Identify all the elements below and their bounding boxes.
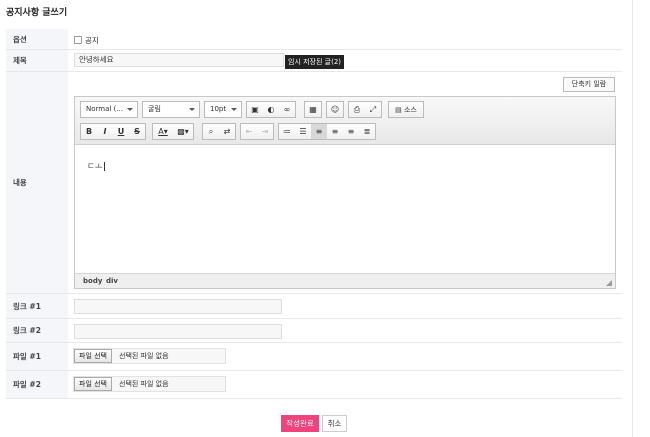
unordered-list-icon[interactable]: ☰ — [295, 124, 311, 139]
link2-input[interactable] — [74, 324, 282, 339]
file1-label: 파일 #1 — [6, 343, 68, 370]
view-group: ⎙ ⤢ — [348, 101, 382, 118]
temp-saved-tooltip[interactable]: 임시 저장된 글(2) — [285, 55, 345, 69]
find-group: ⌕ ⇄ — [202, 123, 236, 140]
notice-checkbox[interactable] — [74, 36, 82, 44]
link1-label: 링크 #1 — [6, 294, 68, 318]
editor-content-area[interactable]: ㄷㅗ — [75, 146, 615, 274]
cancel-button[interactable]: 취소 — [322, 415, 347, 432]
resize-handle[interactable] — [606, 280, 612, 286]
source-icon: ▤ — [395, 105, 404, 114]
right-divider — [632, 0, 633, 437]
text-caret — [103, 162, 105, 171]
color-group: A▾ ▩▾ — [152, 123, 194, 140]
indent-group: ⇤ ⇥ — [240, 123, 274, 140]
ordered-list-icon[interactable]: ≔ — [279, 124, 295, 139]
editor-body-text: ㄷㅗ — [87, 162, 103, 172]
option-row: 옵션 공지 — [6, 29, 622, 50]
file1-choose-button[interactable]: 파일 선택 — [74, 349, 112, 363]
justify-icon[interactable]: ≣ — [359, 124, 375, 139]
format-select[interactable]: Normal (... — [80, 101, 138, 118]
bg-color-icon[interactable]: ▩▾ — [173, 124, 193, 139]
file2-label: 파일 #2 — [6, 371, 68, 398]
bold-icon[interactable]: B — [81, 124, 97, 139]
source-button[interactable]: ▤ 소스 — [389, 102, 423, 117]
file2-status: 선택된 파일 없음 — [119, 380, 169, 388]
content-label: 내용 — [6, 72, 68, 293]
page-title: 공지사항 글쓰기 — [6, 8, 68, 18]
italic-icon[interactable]: I — [97, 124, 113, 139]
rich-text-editor: Normal (... 굴림 10pt ▣ ◐ ∞ ▦ ☺ ⎙ ⤢ ▤ 소스 B… — [74, 96, 616, 289]
underline-icon[interactable]: U — [113, 124, 129, 139]
shortcut-list-button[interactable]: 단축키 일람 — [563, 77, 615, 92]
path-item-div[interactable]: div — [106, 277, 118, 285]
table-icon[interactable]: ▦ — [305, 102, 321, 117]
link1-input[interactable] — [74, 299, 282, 314]
link-icon[interactable]: ∞ — [279, 102, 295, 117]
path-item-body[interactable]: body — [83, 277, 102, 285]
font-select[interactable]: 굴림 — [142, 101, 200, 118]
fullscreen-icon[interactable]: ⤢ — [365, 102, 381, 117]
chevron-down-icon — [127, 108, 133, 111]
subject-label: 제목 — [6, 50, 68, 71]
align-center-icon[interactable]: ≡ — [327, 124, 343, 139]
emoticon-group: ☺ — [326, 101, 344, 118]
list-align-group: ≔ ☰ ≡ ≡ ≡ ≣ — [278, 123, 376, 140]
text-color-icon[interactable]: A▾ — [153, 124, 173, 139]
find-icon[interactable]: ⌕ — [203, 124, 219, 139]
file1-status: 선택된 파일 없음 — [119, 352, 169, 360]
source-group: ▤ 소스 — [388, 101, 424, 118]
image-icon[interactable]: ▣ — [247, 102, 263, 117]
editor-statusbar: body div — [75, 273, 615, 288]
table-group: ▦ — [304, 101, 322, 118]
insert-group: ▣ ◐ ∞ — [246, 101, 296, 118]
editor-toolbar: Normal (... 굴림 10pt ▣ ◐ ∞ ▦ ☺ ⎙ ⤢ ▤ 소스 B… — [75, 97, 615, 145]
replace-icon[interactable]: ⇄ — [219, 124, 235, 139]
align-right-icon[interactable]: ≡ — [343, 124, 359, 139]
submit-button[interactable]: 작성완료 — [281, 415, 319, 432]
align-left-icon[interactable]: ≡ — [311, 124, 327, 139]
print-icon[interactable]: ⎙ — [349, 102, 365, 117]
size-select[interactable]: 10pt — [204, 101, 242, 118]
chevron-down-icon — [231, 108, 237, 111]
emoticon-icon[interactable]: ☺ — [327, 102, 343, 117]
file2-choose-button[interactable]: 파일 선택 — [74, 377, 112, 391]
subject-input[interactable]: 안녕하세요 — [74, 53, 284, 67]
flash-icon[interactable]: ◐ — [263, 102, 279, 117]
outdent-icon[interactable]: ⇤ — [241, 124, 257, 139]
notice-checkbox-label[interactable]: 공지 — [85, 35, 99, 46]
option-label: 옵션 — [6, 29, 68, 49]
link2-label: 링크 #2 — [6, 319, 68, 342]
indent-icon[interactable]: ⇥ — [257, 124, 273, 139]
style-group: B I U S — [80, 123, 146, 140]
strike-icon[interactable]: S — [129, 124, 145, 139]
chevron-down-icon — [189, 108, 195, 111]
